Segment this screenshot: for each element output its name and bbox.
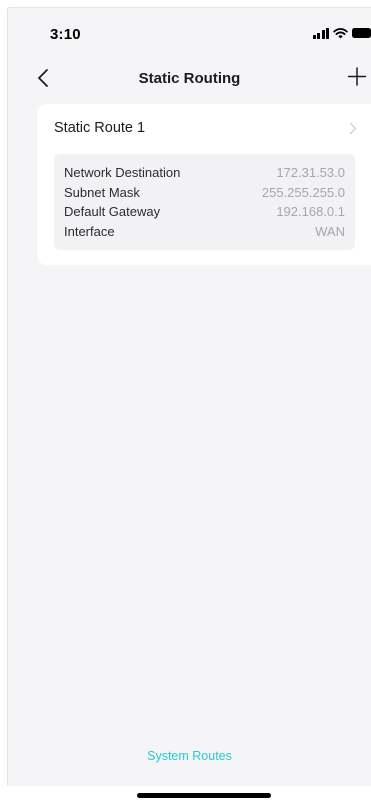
system-routes-link[interactable]: System Routes — [8, 749, 371, 763]
detail-value: WAN — [315, 224, 345, 239]
detail-row-subnet-mask: Subnet Mask 255.255.255.0 — [64, 183, 345, 203]
detail-value: 255.255.255.0 — [262, 185, 345, 200]
detail-value: 192.168.0.1 — [276, 204, 345, 219]
detail-row-network-destination: Network Destination 172.31.53.0 — [64, 163, 345, 183]
route-details: Network Destination 172.31.53.0 Subnet M… — [54, 154, 355, 250]
detail-row-interface: Interface WAN — [64, 222, 345, 242]
home-indicator — [137, 793, 271, 798]
plus-icon — [345, 64, 369, 90]
battery-icon — [352, 28, 371, 38]
page-title: Static Routing — [8, 70, 371, 87]
detail-label: Interface — [64, 224, 115, 239]
chevron-right-icon — [349, 122, 357, 135]
route-header[interactable]: Static Route 1 — [37, 104, 371, 154]
status-icons — [313, 26, 371, 40]
route-card: Static Route 1 Network Destination 172.3… — [37, 104, 371, 265]
detail-label: Network Destination — [64, 165, 180, 180]
navigation-bar: Static Routing — [8, 58, 371, 102]
add-route-button[interactable] — [345, 64, 369, 90]
status-time: 3:10 — [50, 26, 81, 43]
app-screen: 3:10 — [7, 7, 371, 786]
detail-row-default-gateway: Default Gateway 192.168.0.1 — [64, 202, 345, 222]
signal-icon — [313, 28, 330, 39]
detail-label: Subnet Mask — [64, 185, 140, 200]
wifi-icon — [333, 28, 348, 39]
route-title: Static Route 1 — [54, 120, 145, 136]
detail-label: Default Gateway — [64, 204, 160, 219]
status-bar: 3:10 — [8, 8, 371, 52]
detail-value: 172.31.53.0 — [276, 165, 345, 180]
